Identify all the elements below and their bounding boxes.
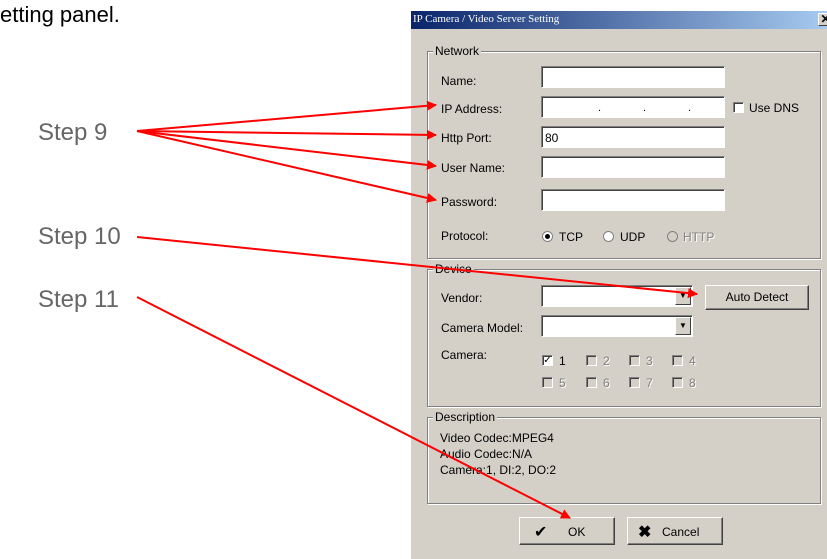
camera-2-checkbox[interactable] (586, 355, 597, 366)
camera-2-label: 2 (603, 354, 610, 368)
dialog-titlebar[interactable]: IP Camera / Video Server Setting ✕ (411, 11, 827, 29)
camera-label: Camera: (441, 348, 488, 362)
http-radio[interactable] (667, 231, 678, 242)
chevron-down-icon[interactable]: ▼ (675, 287, 691, 305)
close-icon: ✕ (820, 12, 827, 26)
description-line: Audio Codec:N/A (440, 447, 533, 461)
ip-address-label: IP Address: (441, 102, 503, 116)
close-button[interactable]: ✕ (818, 13, 827, 26)
intro-text: etting panel. (0, 2, 120, 27)
protocol-label: Protocol: (441, 229, 489, 243)
chevron-down-icon[interactable]: ▼ (675, 317, 691, 335)
arrow-step9-user (136, 130, 437, 170)
user-name-label: User Name: (441, 161, 506, 175)
ok-label: OK (568, 525, 586, 539)
ip-dot: . (598, 102, 602, 114)
password-label: Password: (441, 195, 498, 209)
camera-7-checkbox[interactable] (629, 377, 640, 388)
http-label: HTTP (683, 230, 715, 244)
use-dns-label: Use DNS (749, 101, 800, 115)
password-field[interactable] (541, 189, 725, 211)
network-group-label: Network (433, 44, 482, 58)
camera-3-label: 3 (646, 354, 653, 368)
udp-label: UDP (620, 230, 646, 244)
dialog-title: IP Camera / Video Server Setting (413, 13, 560, 25)
step-9-label: Step 9 (38, 119, 108, 146)
ok-button[interactable]: ✔ OK (519, 517, 615, 545)
tcp-label: TCP (559, 230, 583, 244)
step-10-label: Step 10 (38, 223, 121, 250)
ip-address-field[interactable]: . . . (541, 96, 725, 118)
camera-7-label: 7 (646, 376, 653, 390)
udp-radio[interactable] (603, 231, 614, 242)
name-field[interactable] (541, 66, 725, 88)
camera-model-select[interactable]: ▼ (541, 315, 693, 337)
http-port-label: Http Port: (441, 131, 492, 145)
camera-8-label: 8 (689, 376, 696, 390)
arrow-step9-ip (136, 100, 437, 132)
camera-8-checkbox[interactable] (672, 377, 683, 388)
x-icon: ✖ (638, 524, 652, 541)
tcp-radio[interactable] (542, 231, 553, 242)
device-group-label: Device (433, 262, 474, 276)
checkmark-icon: ✓ (543, 355, 552, 366)
cancel-label: Cancel (662, 525, 700, 539)
ip-dot: . (643, 102, 647, 114)
ip-dot: . (688, 102, 692, 114)
camera-settings-dialog: IP Camera / Video Server Setting ✕ Netwo… (410, 10, 827, 559)
vendor-label: Vendor: (441, 291, 483, 305)
http-port-field[interactable]: 80 (541, 126, 725, 148)
checkmark-icon: ✔ (534, 524, 548, 541)
cancel-button[interactable]: ✖ Cancel (627, 517, 723, 545)
vendor-select[interactable]: ▼ (541, 285, 693, 307)
arrow-step9-port (136, 129, 437, 140)
camera-1-label: 1 (559, 354, 566, 368)
description-group-label: Description (433, 410, 498, 424)
user-name-field[interactable] (541, 156, 725, 178)
description-line: Camera:1, DI:2, DO:2 (440, 463, 557, 477)
camera-1-checkbox[interactable]: ✓ (542, 355, 553, 366)
camera-4-checkbox[interactable] (672, 355, 683, 366)
name-label: Name: (441, 74, 477, 88)
auto-detect-button[interactable]: Auto Detect (705, 285, 809, 310)
use-dns-checkbox[interactable] (733, 102, 744, 113)
camera-6-checkbox[interactable] (586, 377, 597, 388)
description-line: Video Codec:MPEG4 (440, 431, 554, 445)
camera-5-checkbox[interactable] (542, 377, 553, 388)
camera-4-label: 4 (689, 354, 696, 368)
camera-3-checkbox[interactable] (629, 355, 640, 366)
camera-model-label: Camera Model: (441, 321, 524, 335)
camera-6-label: 6 (603, 376, 610, 390)
step-11-label: Step 11 (38, 286, 119, 313)
camera-5-label: 5 (559, 376, 566, 390)
arrow-step9-password (136, 130, 437, 203)
